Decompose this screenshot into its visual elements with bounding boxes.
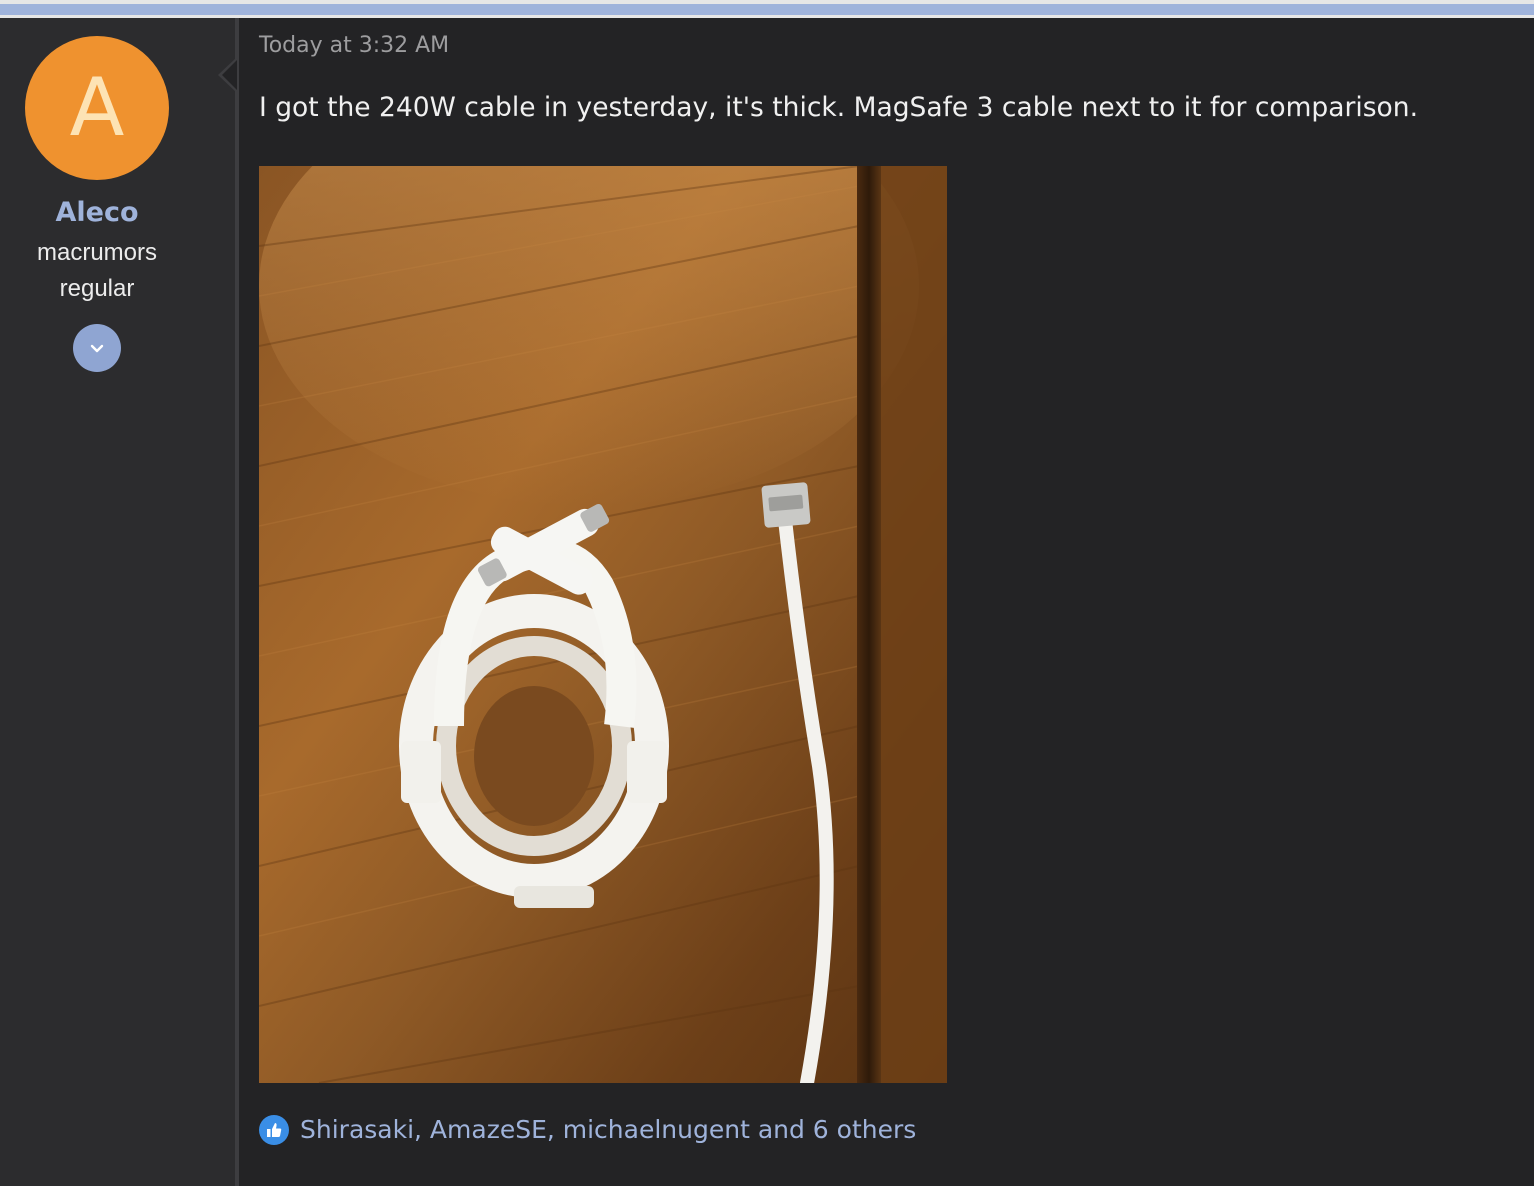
post-timestamp[interactable]: Today at 3:32 AM <box>259 33 449 58</box>
speech-arrow-inner <box>222 60 237 90</box>
user-title: macrumors regular <box>0 235 194 307</box>
username-link[interactable]: Aleco <box>0 197 194 228</box>
cable-photo-image <box>259 166 947 1083</box>
like-badge <box>259 1115 289 1145</box>
user-title-line2: regular <box>59 275 135 302</box>
post-message: I got the 240W cable in yesterday, it's … <box>259 92 1418 123</box>
thumbs-up-icon <box>267 1123 282 1137</box>
chevron-down-icon <box>90 344 104 353</box>
column-divider <box>235 18 239 1186</box>
attached-photo[interactable] <box>259 166 947 1083</box>
reaction-users-link[interactable]: Shirasaki, AmazeSE, michaelnugent and 6 … <box>300 1115 916 1144</box>
user-info-column <box>0 18 235 1186</box>
user-title-line1: macrumors <box>36 239 157 266</box>
expand-user-details-button[interactable] <box>73 324 121 372</box>
top-accent-bar <box>0 4 1534 15</box>
avatar[interactable]: A <box>25 36 169 180</box>
